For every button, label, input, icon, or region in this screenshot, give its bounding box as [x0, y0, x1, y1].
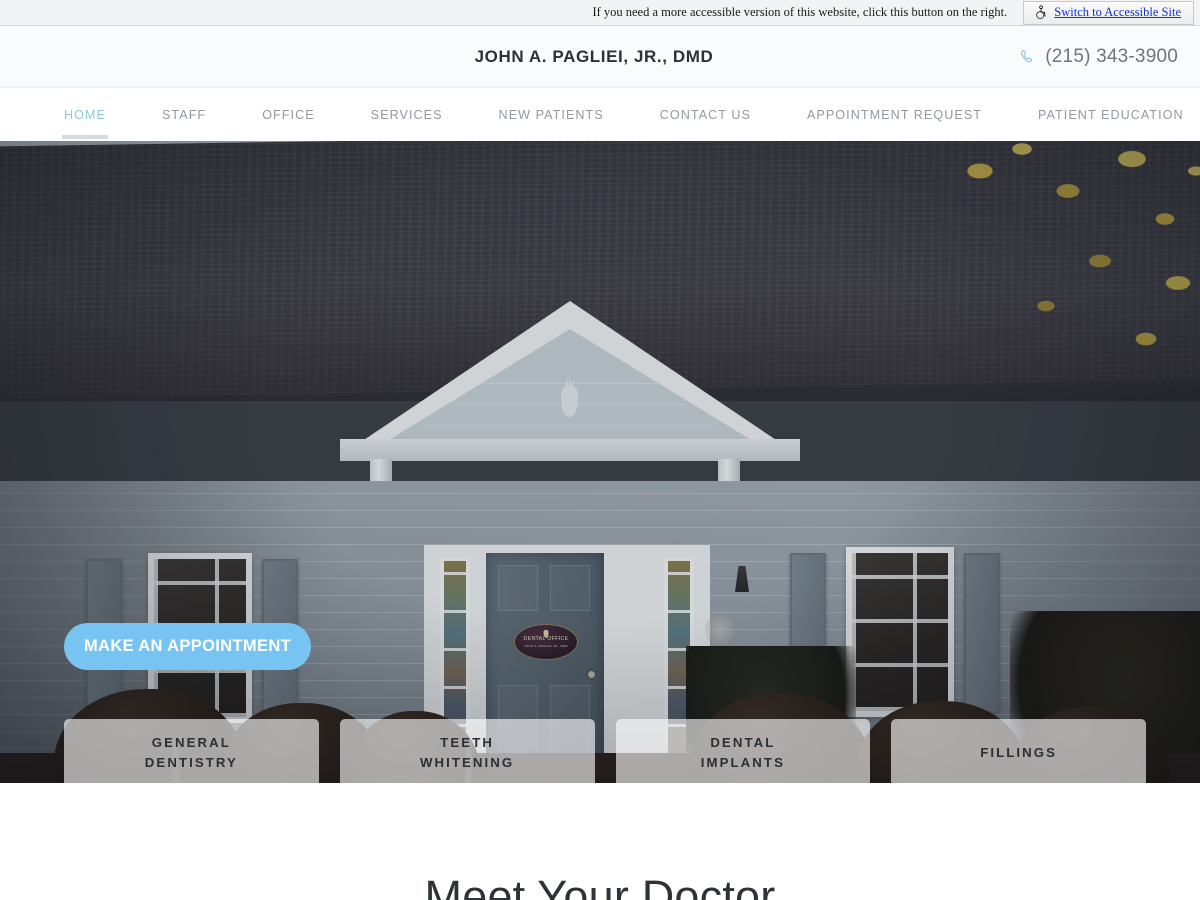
switch-to-accessible-site-label: Switch to Accessible Site: [1054, 5, 1181, 19]
make-an-appointment-label: MAKE AN APPOINTMENT: [83, 637, 292, 655]
nav-item-office[interactable]: OFFICE: [262, 108, 314, 122]
service-card-general-dentistry[interactable]: GENERAL DENTISTRY: [64, 719, 319, 783]
service-card-label: DENTAL IMPLANTS: [701, 733, 785, 772]
meet-your-doctor-section: Meet Your Doctor: [0, 783, 1200, 900]
hero-building-photo: DENTAL OFFICE JOHN A. PAGLIEI JR., DMD: [0, 141, 1200, 783]
nav-item-new-patients[interactable]: NEW PATIENTS: [499, 108, 604, 122]
nav-item-appointment-request[interactable]: APPOINTMENT REQUEST: [807, 108, 982, 122]
nav-item-staff[interactable]: STAFF: [162, 108, 206, 122]
nav-item-services[interactable]: SERVICES: [371, 108, 443, 122]
service-card-line-2: IMPLANTS: [700, 755, 785, 770]
service-card-label: FILLINGS: [980, 743, 1057, 763]
service-card-line-1: TEETH: [440, 735, 494, 751]
service-card-fillings[interactable]: FILLINGS: [891, 719, 1146, 783]
practice-name: JOHN A. PAGLIEI, JR., DMD: [474, 46, 714, 66]
service-card-line-1: FILLINGS: [980, 745, 1058, 761]
hero-tint: [0, 141, 1200, 783]
service-card-line-1: DENTAL: [710, 735, 776, 751]
service-card-line-2: DENTISTRY: [144, 755, 238, 770]
switch-to-accessible-site-button[interactable]: Switch to Accessible Site: [1023, 0, 1194, 25]
wheelchair-icon: [1036, 5, 1046, 20]
accessibility-bar: If you need a more accessible version of…: [0, 0, 1200, 26]
service-card-teeth-whitening[interactable]: TEETH WHITENING: [339, 719, 595, 783]
service-card-row: GENERAL DENTISTRY TEETH WHITENING DENTAL…: [64, 719, 1146, 783]
make-an-appointment-button[interactable]: MAKE AN APPOINTMENT: [64, 623, 311, 670]
service-card-line-1: GENERAL: [151, 735, 231, 751]
accessibility-note: If you need a more accessible version of…: [592, 5, 1008, 19]
phone-block[interactable]: (215) 343-3900: [1019, 46, 1178, 68]
hero-banner: DENTAL OFFICE JOHN A. PAGLIEI JR., DMD: [0, 141, 1200, 783]
phone-icon: [1021, 49, 1033, 63]
main-navigation: HOME STAFF OFFICE SERVICES NEW PATIENTS …: [0, 87, 1200, 141]
nav-item-home[interactable]: HOME: [62, 108, 108, 139]
nav-item-contact-us[interactable]: CONTACT US: [660, 108, 751, 122]
service-card-label: TEETH WHITENING: [420, 733, 514, 772]
service-card-line-2: WHITENING: [419, 755, 515, 770]
service-card-label: GENERAL DENTISTRY: [145, 733, 238, 772]
nav-item-patient-education[interactable]: PATIENT EDUCATION: [1038, 108, 1184, 122]
section-title: Meet Your Doctor: [424, 871, 776, 900]
phone-number: (215) 343-3900: [1045, 45, 1178, 67]
service-card-dental-implants[interactable]: DENTAL IMPLANTS: [615, 719, 871, 783]
site-header: JOHN A. PAGLIEI, JR., DMD (215) 343-3900: [0, 26, 1200, 87]
